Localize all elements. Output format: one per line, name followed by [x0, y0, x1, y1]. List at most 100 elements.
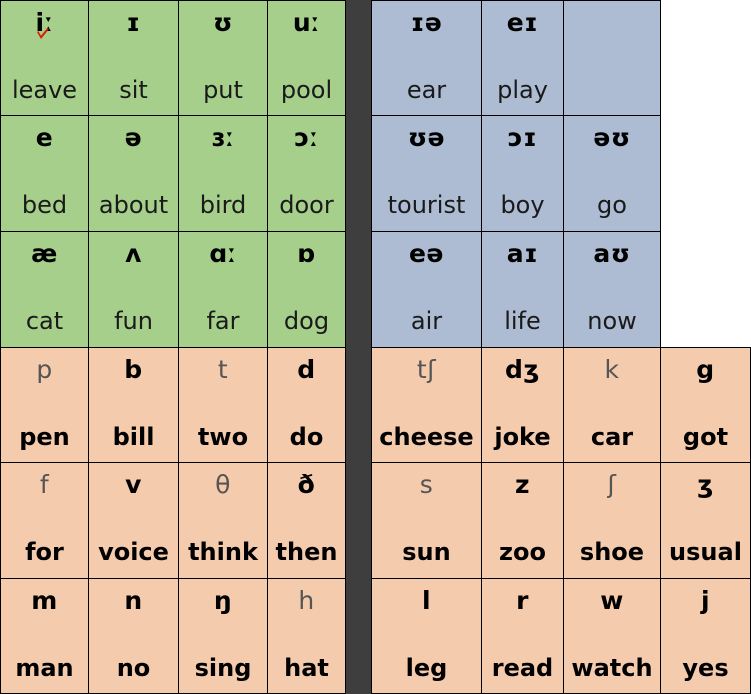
example-word: put: [203, 76, 243, 104]
consonant-cell-for[interactable]: f for: [0, 462, 89, 579]
example-word: far: [206, 307, 240, 335]
vowel-cell-leave[interactable]: iː leave: [0, 0, 89, 116]
example-word: for: [25, 538, 64, 566]
consonant-cell-shoe[interactable]: ʃ shoe: [563, 462, 661, 579]
phoneme-symbol: ʃ: [607, 470, 617, 499]
consonant-cell-then[interactable]: ð then: [267, 462, 346, 579]
phoneme-symbol: h: [298, 586, 315, 615]
vowel-cell-bed[interactable]: e bed: [0, 115, 89, 232]
vowel-cell-door[interactable]: ɔː door: [267, 115, 346, 232]
vowel-cell-life[interactable]: aɪ life: [481, 231, 564, 348]
phoneme-symbol: k: [604, 355, 620, 384]
example-word: shoe: [579, 538, 645, 566]
example-word: go: [597, 191, 627, 219]
phoneme-symbol: p: [36, 355, 53, 384]
example-word: ear: [406, 76, 447, 104]
consonant-cell-car[interactable]: k car: [563, 347, 661, 463]
consonant-cell-no[interactable]: n no: [88, 578, 179, 694]
vowel-cell-go[interactable]: əʊ go: [563, 115, 661, 232]
consonant-cell-yes[interactable]: j yes: [660, 578, 751, 694]
phoneme-symbol: e: [35, 123, 54, 152]
vowel-cell-fun[interactable]: ʌ fun: [88, 231, 179, 348]
consonant-cell-leg[interactable]: l leg: [371, 578, 482, 694]
phoneme-symbol: æ: [31, 239, 58, 268]
consonant-cell-do[interactable]: d do: [267, 347, 346, 463]
phoneme-symbol: g: [696, 355, 715, 384]
phoneme-symbol: ð: [297, 470, 316, 499]
phoneme-symbol: dʒ: [505, 355, 540, 384]
example-word: sit: [119, 76, 148, 104]
vowel-cell-air[interactable]: eə air: [371, 231, 482, 348]
phoneme-symbol: tʃ: [416, 355, 437, 384]
phoneme-symbol: eə: [409, 239, 444, 268]
example-word: got: [682, 423, 729, 451]
vowel-cell-put[interactable]: ʊ put: [178, 0, 268, 116]
phoneme-symbol: ʊə: [407, 123, 446, 152]
phoneme-symbol: n: [124, 586, 143, 615]
consonant-cell-zoo[interactable]: z zoo: [481, 462, 564, 579]
vowel-cell-now[interactable]: aʊ now: [563, 231, 661, 348]
consonant-cell-watch[interactable]: w watch: [563, 578, 661, 694]
phoneme-symbol: ʒ: [697, 470, 714, 499]
vowel-cell-tourist[interactable]: ʊə tourist: [371, 115, 482, 232]
example-word: bill: [112, 423, 155, 451]
example-word: car: [590, 423, 634, 451]
vowel-cell-boy[interactable]: ɔɪ boy: [481, 115, 564, 232]
consonant-cell-bill[interactable]: b bill: [88, 347, 179, 463]
consonant-cell-read[interactable]: r read: [481, 578, 564, 694]
consonant-cell-sing[interactable]: ŋ sing: [178, 578, 268, 694]
example-word: sun: [402, 538, 451, 566]
example-word: hat: [284, 654, 329, 682]
example-word: man: [15, 654, 74, 682]
consonant-cell-voice[interactable]: v voice: [88, 462, 179, 579]
vowel-cell-ear[interactable]: ɪə ear: [371, 0, 482, 116]
consonant-cell-man[interactable]: m man: [0, 578, 89, 694]
vowel-cell-cat[interactable]: æ cat: [0, 231, 89, 348]
vowel-cell-about[interactable]: ə about: [88, 115, 179, 232]
example-word: life: [504, 307, 541, 335]
phoneme-symbol: aʊ: [593, 239, 631, 268]
example-word: zoo: [499, 538, 546, 566]
consonant-cell-cheese[interactable]: tʃ cheese: [371, 347, 482, 463]
phoneme-symbol: w: [600, 586, 624, 615]
phoneme-symbol: uː: [292, 8, 321, 37]
consonant-cell-two[interactable]: t two: [178, 347, 268, 463]
phoneme-symbol: ə: [124, 123, 143, 152]
vowel-cell-sit[interactable]: ɪ sit: [88, 0, 179, 116]
phoneme-symbol: ʌ: [125, 239, 142, 268]
phoneme-symbol: aɪ: [506, 239, 539, 268]
phoneme-symbol: ʊ: [213, 8, 233, 37]
consonant-cell-hat[interactable]: h hat: [267, 578, 346, 694]
vowel-cell-dog[interactable]: ɒ dog: [267, 231, 346, 348]
example-word: about: [98, 191, 169, 219]
example-word: sing: [194, 654, 252, 682]
phoneme-symbol: r: [516, 586, 529, 615]
consonant-cell-usual[interactable]: ʒ usual: [660, 462, 751, 579]
example-word: two: [197, 423, 249, 451]
phoneme-symbol: l: [421, 586, 432, 615]
consonant-cell-think[interactable]: θ think: [178, 462, 268, 579]
example-word: usual: [669, 538, 742, 566]
phoneme-symbol: əʊ: [593, 123, 631, 152]
phoneme-symbol: v: [125, 470, 142, 499]
vowel-cell-pool[interactable]: uː pool: [267, 0, 346, 116]
phoneme-symbol: m: [31, 586, 58, 615]
example-word: door: [279, 191, 334, 219]
phoneme-symbol: d: [297, 355, 316, 384]
phoneme-symbol: s: [419, 470, 434, 499]
consonant-cell-sun[interactable]: s sun: [371, 462, 482, 579]
example-word: leave: [11, 76, 78, 104]
phoneme-symbol: ɪ: [126, 8, 141, 37]
example-word: dog: [283, 307, 330, 335]
phoneme-symbol: ɒ: [297, 239, 316, 268]
consonant-cell-pen[interactable]: p pen: [0, 347, 89, 463]
phoneme-symbol: t: [217, 355, 229, 384]
consonant-cell-got[interactable]: g got: [660, 347, 751, 463]
phoneme-symbol: ɜː: [211, 123, 235, 152]
example-word: voice: [98, 538, 169, 566]
vowel-cell-bird[interactable]: ɜː bird: [178, 115, 268, 232]
vowel-cell-far[interactable]: ɑː far: [178, 231, 268, 348]
vowel-cell-play[interactable]: eɪ play: [481, 0, 564, 116]
consonant-cell-joke[interactable]: dʒ joke: [481, 347, 564, 463]
example-word: no: [116, 654, 151, 682]
